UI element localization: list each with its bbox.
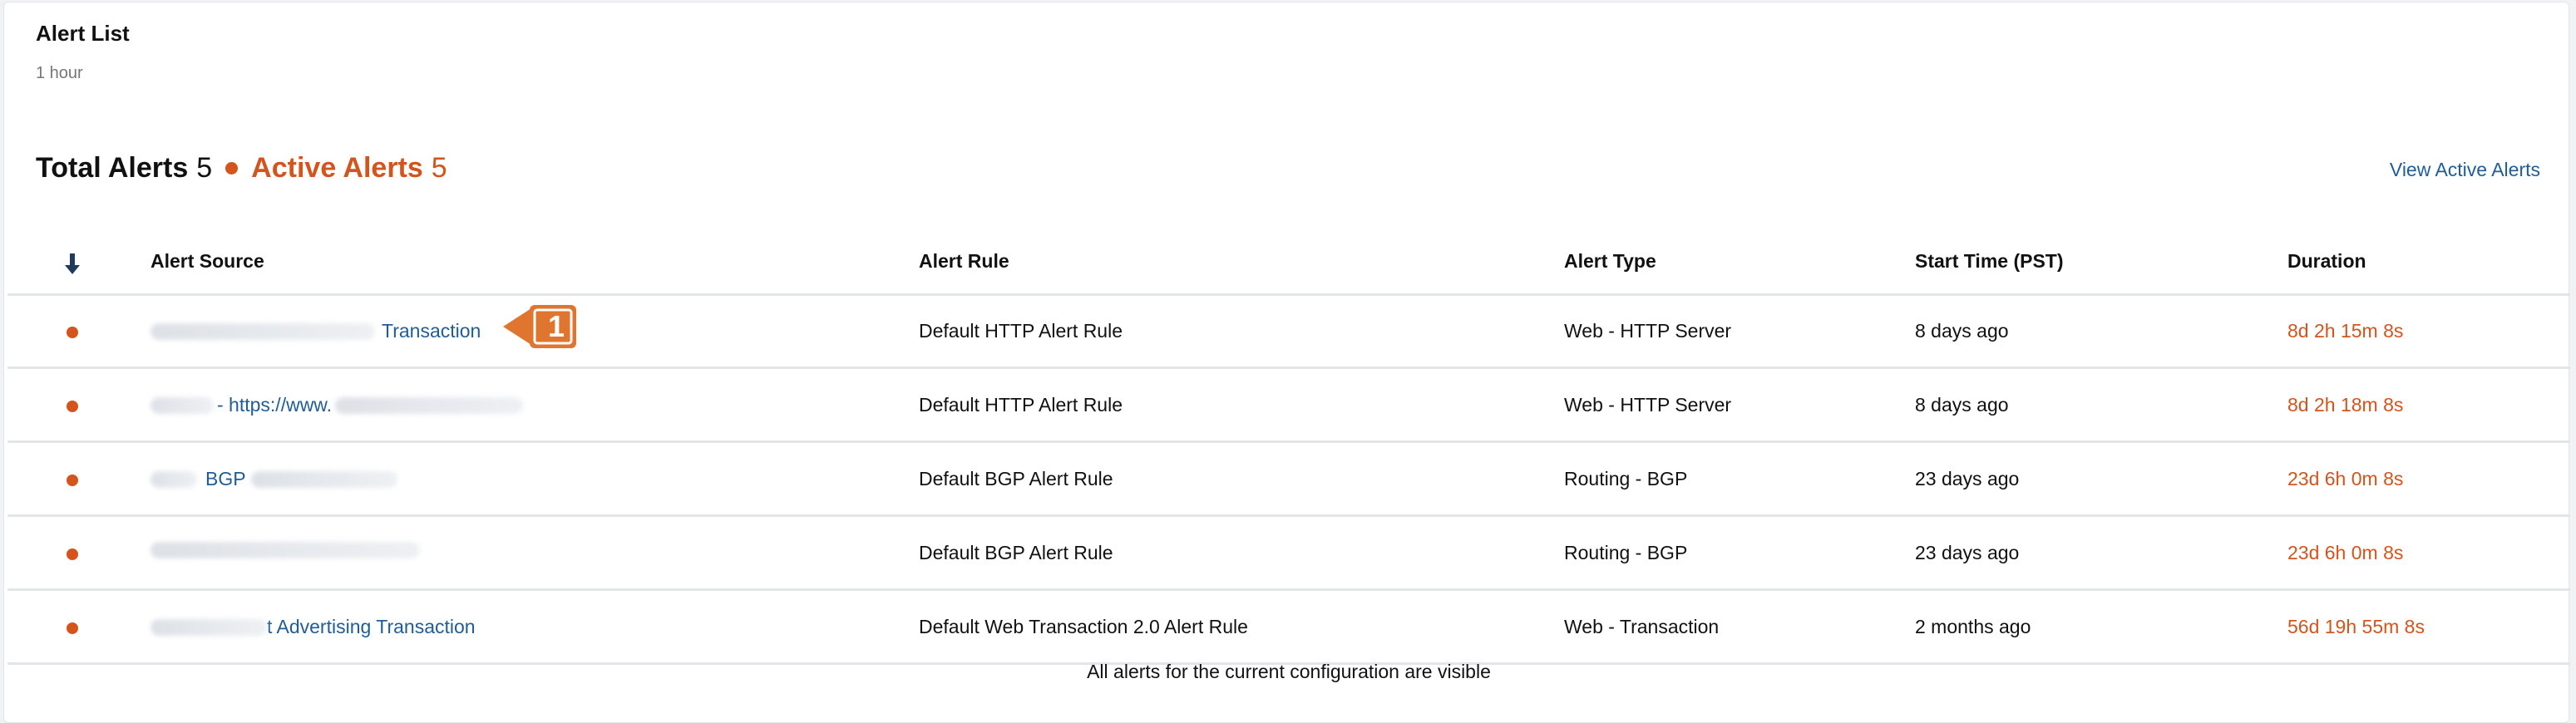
table-row[interactable]: t Advertising Transaction Default Web Tr… [7, 591, 2570, 665]
table-row[interactable]: - https://www. Default HTTP Alert Rule W… [7, 369, 2570, 443]
annotation-callout: 1 [501, 303, 578, 350]
alert-source-cell[interactable]: t Advertising Transaction [151, 616, 476, 638]
redacted-text [151, 396, 214, 414]
column-header-alert-source[interactable]: Alert Source [151, 250, 264, 273]
sort-down-arrow-icon[interactable] [63, 252, 81, 277]
active-indicator-dot-icon [225, 162, 239, 175]
duration-cell: 56d 19h 55m 8s [2287, 616, 2425, 637]
start-time-cell: 8 days ago [1915, 394, 2009, 416]
alert-type-cell: Web - HTTP Server [1564, 320, 1732, 342]
total-alerts-count: 5 [196, 152, 213, 184]
table-header: Alert Source Alert Rule Alert Type Start… [7, 243, 2570, 296]
alert-status-dot-icon [67, 622, 78, 634]
alert-source-link[interactable]: t Advertising Transaction [267, 616, 476, 638]
redacted-text [250, 470, 397, 488]
duration-cell: 23d 6h 0m 8s [2287, 542, 2404, 563]
start-time-cell: 23 days ago [1915, 468, 2020, 489]
alert-summary: Total Alerts 5 Active Alerts 5 [36, 152, 447, 184]
table-row[interactable]: Transaction Default HTTP Alert Rule Web … [7, 295, 2570, 369]
alert-type-cell: Web - HTTP Server [1564, 394, 1732, 416]
callout-number: 1 [547, 309, 565, 343]
column-header-alert-type[interactable]: Alert Type [1564, 250, 1656, 273]
start-time-cell: 23 days ago [1915, 542, 2020, 563]
alert-status-dot-icon [67, 327, 78, 338]
alert-status-dot-icon [67, 548, 78, 560]
redacted-text [151, 618, 267, 636]
column-header-alert-rule[interactable]: Alert Rule [919, 250, 1009, 273]
alert-status-dot-icon [67, 401, 78, 412]
alert-rule-cell: Default Web Transaction 2.0 Alert Rule [919, 616, 1248, 637]
alert-source-cell[interactable]: Transaction [151, 320, 481, 342]
alert-type-cell: Web - Transaction [1564, 616, 1720, 637]
column-header-duration[interactable]: Duration [2287, 250, 2366, 273]
duration-cell: 23d 6h 0m 8s [2287, 468, 2404, 489]
active-alerts-label: Active Alerts [251, 152, 423, 184]
alert-source-link[interactable]: - https://www. [217, 394, 332, 416]
table-row[interactable]: BGP Default BGP Alert Rule Routing - BGP… [7, 443, 2570, 517]
page-title: Alert List [36, 21, 130, 46]
active-alerts-count: 5 [431, 152, 447, 184]
alert-source-cell[interactable] [151, 542, 420, 558]
alert-list-panel: Alert List 1 hour Total Alerts 5 Active … [3, 2, 2570, 723]
redacted-text [335, 396, 524, 414]
redacted-text [151, 470, 197, 488]
table-footer-message: All alerts for the current configuration… [1087, 661, 1491, 682]
redacted-text [151, 322, 375, 340]
duration-cell: 8d 2h 18m 8s [2287, 394, 2404, 416]
alert-source-link[interactable]: Transaction [382, 320, 481, 342]
view-active-alerts-link[interactable]: View Active Alerts [2390, 159, 2540, 181]
alert-source-cell[interactable]: - https://www. [151, 394, 524, 416]
alert-rule-cell: Default BGP Alert Rule [919, 468, 1113, 489]
start-time-cell: 2 months ago [1915, 616, 2031, 637]
alert-source-link[interactable]: BGP [205, 468, 246, 490]
time-range-label: 1 hour [36, 64, 83, 82]
alert-status-dot-icon [67, 475, 78, 486]
total-alerts-label: Total Alerts [36, 152, 189, 184]
duration-cell: 8d 2h 15m 8s [2287, 320, 2404, 342]
table-row[interactable]: Default BGP Alert Rule Routing - BGP 23 … [7, 517, 2570, 591]
alert-rule-cell: Default HTTP Alert Rule [919, 320, 1123, 342]
column-header-start-time[interactable]: Start Time (PST) [1915, 250, 2064, 273]
alert-type-cell: Routing - BGP [1564, 542, 1688, 563]
start-time-cell: 8 days ago [1915, 320, 2009, 342]
redacted-text [151, 542, 420, 558]
alert-source-cell[interactable]: BGP [151, 468, 397, 490]
alert-rule-cell: Default HTTP Alert Rule [919, 394, 1123, 416]
alert-rule-cell: Default BGP Alert Rule [919, 542, 1113, 563]
alert-type-cell: Routing - BGP [1564, 468, 1688, 489]
